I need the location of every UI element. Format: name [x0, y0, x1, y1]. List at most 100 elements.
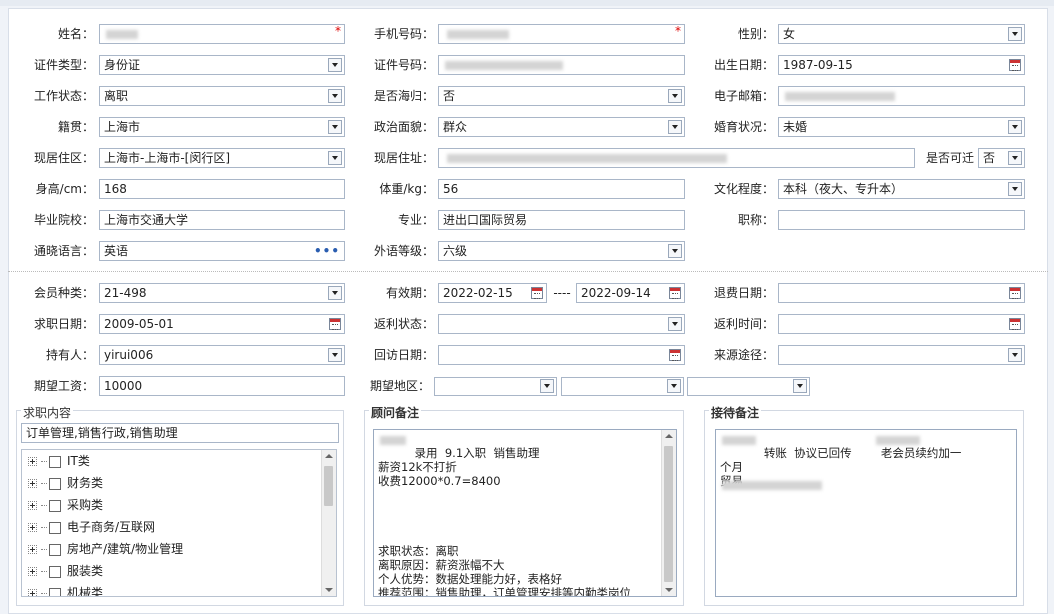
chevron-down-icon[interactable]	[540, 379, 554, 393]
major-input[interactable]: 进出口国际贸易	[438, 210, 685, 230]
political-select[interactable]: 群众	[438, 117, 685, 137]
scroll-down-icon[interactable]	[665, 588, 673, 592]
tree-item-machinery[interactable]: 机械类	[28, 584, 103, 596]
chevron-down-icon[interactable]	[328, 348, 342, 362]
region-province-select[interactable]	[434, 377, 557, 396]
scroll-up-icon[interactable]	[665, 434, 673, 438]
consultant-note-textarea[interactable]: 录用 9.1入职 销售助理 薪资12k不打折 收费12000*0.7=8400 …	[373, 429, 677, 597]
rebate-time-input[interactable]	[778, 314, 1025, 334]
chevron-down-icon[interactable]	[328, 286, 342, 300]
region-district-select[interactable]	[687, 377, 810, 396]
refund-date-input[interactable]	[778, 283, 1025, 303]
tree-item-purchase[interactable]: 采购类	[28, 496, 103, 514]
source-select[interactable]	[778, 345, 1025, 365]
chevron-down-icon[interactable]	[328, 89, 342, 103]
checkbox[interactable]	[49, 587, 61, 596]
calendar-icon[interactable]	[669, 287, 681, 299]
calendar-icon[interactable]	[531, 287, 543, 299]
phone-input[interactable]: *	[438, 24, 685, 44]
checkbox[interactable]	[49, 477, 61, 490]
marital-label: 婚育状况：	[713, 120, 774, 134]
checkbox[interactable]	[49, 521, 61, 534]
scroll-down-icon[interactable]	[325, 588, 333, 592]
region-city-select[interactable]	[561, 377, 684, 396]
scroll-thumb[interactable]	[324, 466, 333, 506]
calendar-icon[interactable]	[1009, 318, 1021, 330]
apply-date-input[interactable]: 2009-05-01	[99, 314, 345, 334]
chevron-down-icon[interactable]	[668, 120, 682, 134]
expand-icon[interactable]	[28, 567, 37, 576]
rebate-status-select[interactable]	[438, 314, 685, 334]
calendar-icon[interactable]	[1009, 59, 1021, 71]
expand-icon[interactable]	[28, 501, 37, 510]
education-select[interactable]: 本科（夜大、专升本）	[778, 179, 1025, 199]
name-input[interactable]: *	[99, 24, 345, 44]
chevron-down-icon[interactable]	[668, 317, 682, 331]
language-input[interactable]: 英语 •••	[99, 241, 345, 261]
chevron-down-icon[interactable]	[1008, 348, 1022, 362]
checkbox[interactable]	[49, 455, 61, 468]
chevron-down-icon[interactable]	[667, 379, 681, 393]
chevron-down-icon[interactable]	[1008, 182, 1022, 196]
chevron-down-icon[interactable]	[1008, 120, 1022, 134]
scroll-up-icon[interactable]	[325, 454, 333, 458]
marital-select[interactable]: 未婚	[778, 117, 1025, 137]
lang-level-select[interactable]: 六级	[438, 241, 685, 261]
checkbox[interactable]	[49, 543, 61, 556]
id-type-select[interactable]: 身份证	[99, 55, 345, 75]
title-input[interactable]	[778, 210, 1025, 230]
native-select[interactable]: 上海市	[99, 117, 345, 137]
height-input[interactable]: 168	[99, 179, 345, 199]
checkbox[interactable]	[49, 565, 61, 578]
note-scrollbar[interactable]	[661, 430, 676, 596]
expand-icon[interactable]	[28, 457, 37, 466]
calendar-icon[interactable]	[1009, 287, 1021, 299]
overseas-select[interactable]: 否	[438, 86, 685, 106]
expand-icon[interactable]	[28, 545, 37, 554]
tree-item-finance[interactable]: 财务类	[28, 474, 103, 492]
relocate-select[interactable]: 否	[978, 148, 1025, 168]
tree-item-it[interactable]: IT类	[28, 452, 90, 470]
chevron-down-icon[interactable]	[668, 89, 682, 103]
tree-item-ecommerce[interactable]: 电子商务/互联网	[28, 518, 155, 536]
email-input[interactable]	[778, 86, 1025, 106]
chevron-down-icon[interactable]	[1008, 151, 1022, 165]
chevron-down-icon[interactable]	[1008, 27, 1022, 41]
more-icon[interactable]: •••	[314, 242, 340, 260]
validity-separator: ----	[553, 286, 571, 300]
reception-note-textarea[interactable]: 转账 协议已回传 老会员续约加一 个月 贸易	[715, 429, 1017, 597]
redacted-text	[447, 30, 509, 39]
member-type-select[interactable]: 21-498	[99, 283, 345, 303]
tree-connector	[41, 483, 47, 484]
visit-date-input[interactable]	[438, 345, 685, 365]
tree-item-label: IT类	[67, 454, 90, 468]
birth-date-input[interactable]: 1987-09-15	[778, 55, 1025, 75]
scroll-thumb[interactable]	[664, 446, 673, 582]
holder-select[interactable]: yirui006	[99, 345, 345, 365]
expand-icon[interactable]	[28, 479, 37, 488]
gender-select[interactable]: 女	[778, 24, 1025, 44]
chevron-down-icon[interactable]	[328, 58, 342, 72]
validity-from-input[interactable]: 2022-02-15	[438, 283, 547, 303]
calendar-icon[interactable]	[329, 318, 341, 330]
work-status-select[interactable]: 离职	[99, 86, 345, 106]
tree-item-apparel[interactable]: 服装类	[28, 562, 103, 580]
weight-input[interactable]: 56	[438, 179, 685, 199]
chevron-down-icon[interactable]	[793, 379, 807, 393]
checkbox[interactable]	[49, 499, 61, 512]
area-select[interactable]: 上海市-上海市-[闵行区]	[99, 148, 345, 168]
tree-scrollbar[interactable]	[321, 450, 336, 596]
calendar-icon[interactable]	[669, 349, 681, 361]
validity-to-input[interactable]: 2022-09-14	[576, 283, 685, 303]
school-input[interactable]: 上海市交通大学	[99, 210, 345, 230]
chevron-down-icon[interactable]	[668, 244, 682, 258]
salary-input[interactable]: 10000	[99, 376, 345, 396]
expand-icon[interactable]	[28, 589, 37, 596]
job-selected-display[interactable]: 订单管理,销售行政,销售助理	[21, 423, 339, 443]
id-no-input[interactable]	[438, 55, 685, 75]
address-input[interactable]	[438, 148, 915, 168]
chevron-down-icon[interactable]	[328, 151, 342, 165]
tree-item-realestate[interactable]: 房地产/建筑/物业管理	[28, 540, 183, 558]
expand-icon[interactable]	[28, 523, 37, 532]
chevron-down-icon[interactable]	[328, 120, 342, 134]
